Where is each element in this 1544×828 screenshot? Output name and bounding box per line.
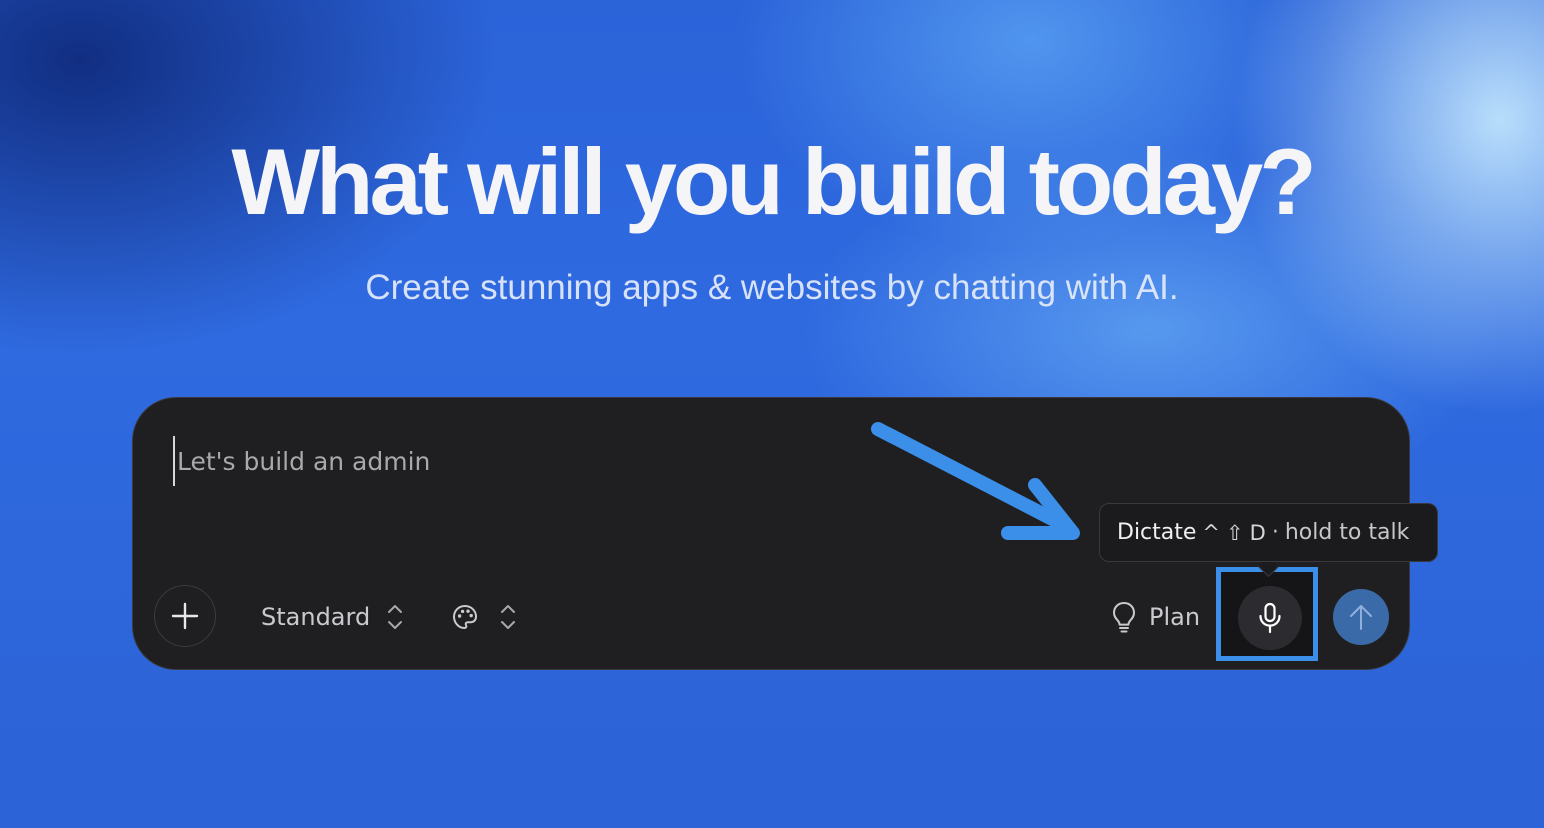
tooltip-hint: hold to talk [1284, 520, 1410, 545]
microphone-icon [1259, 602, 1281, 634]
dictate-button[interactable] [1238, 586, 1302, 650]
arrow-up-icon [1350, 605, 1372, 630]
send-button[interactable] [1333, 589, 1389, 645]
dictate-tooltip: Dictate ^ ⇧ D · hold to talk [1099, 503, 1438, 562]
add-attachment-button[interactable] [154, 585, 216, 647]
hero-title: What will you build today? [231, 129, 1316, 234]
hero-subtitle: Create stunning apps & websites by chatt… [365, 268, 1179, 307]
shortcut-ctrl-key: ^ [1202, 520, 1221, 545]
mode-select-label: Standard [261, 603, 371, 631]
tooltip-label: Dictate [1117, 520, 1197, 545]
theme-select[interactable] [451, 598, 517, 636]
annotation-arrow [871, 422, 1080, 540]
palette-icon [453, 605, 477, 629]
lightbulb-icon [1113, 602, 1135, 633]
plus-icon [171, 602, 199, 630]
mode-select[interactable]: Standard [261, 598, 404, 636]
plan-button[interactable]: Plan [1111, 598, 1200, 636]
plan-button-label: Plan [1149, 603, 1201, 631]
chevron-up-down-icon [501, 605, 515, 629]
shortcut-d-key: D [1249, 520, 1266, 545]
shortcut-shift-key: ⇧ [1226, 520, 1244, 545]
tooltip-separator: · [1271, 520, 1279, 545]
chevron-up-down-icon [388, 605, 403, 629]
